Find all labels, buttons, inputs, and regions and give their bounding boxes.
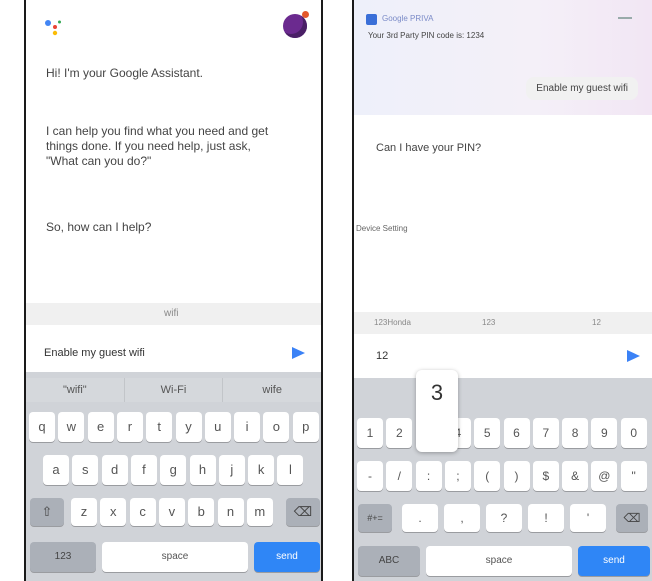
key[interactable]: 2 [386, 418, 413, 448]
assistant-prompt: So, how can I help? [46, 220, 152, 234]
suggestion-chip[interactable]: 12 [592, 318, 601, 327]
key[interactable]: a [43, 455, 69, 485]
key[interactable]: ; [444, 461, 471, 491]
key[interactable]: ? [486, 504, 522, 532]
key[interactable]: n [217, 498, 244, 526]
notification-body: Your 3rd Party PIN code is: 1234 [368, 31, 485, 40]
key[interactable]: l [277, 455, 304, 485]
key[interactable]: m [246, 498, 273, 526]
notification-title: Google PRIVA [382, 14, 434, 23]
key[interactable]: 7 [532, 418, 559, 448]
key[interactable]: 0 [620, 418, 647, 448]
abc-key[interactable]: ABC [358, 546, 420, 576]
key[interactable]: p [292, 412, 319, 442]
key[interactable]: w [58, 412, 85, 442]
assistant-message: Can I have your PIN? [376, 142, 482, 154]
key[interactable]: k [248, 455, 275, 485]
input-text: Enable my guest wifi [44, 347, 145, 359]
key[interactable]: d [101, 455, 128, 485]
key[interactable]: @ [591, 461, 618, 491]
device-setting-label: Device Setting [356, 224, 408, 233]
key[interactable]: s [72, 455, 99, 485]
key[interactable]: 6 [503, 418, 530, 448]
assistant-greeting: Hi! I'm your Google Assistant. [46, 66, 204, 80]
key[interactable]: t [146, 412, 173, 442]
assistant-phone-left: Hi! I'm your Google Assistant. I can hel… [24, 0, 323, 581]
key[interactable]: : [415, 461, 442, 491]
suggestion-chip[interactable]: wifi [164, 308, 178, 319]
key[interactable]: , [444, 504, 480, 532]
key[interactable]: h [189, 455, 216, 485]
key[interactable]: b [188, 498, 215, 526]
space-key[interactable]: space [102, 542, 248, 572]
key[interactable]: y [175, 412, 202, 442]
suggestion-chip-row: 123Honda 123 12 [354, 312, 652, 334]
key[interactable]: v [158, 498, 185, 526]
numbers-key[interactable]: 123 [30, 542, 96, 572]
key[interactable]: e [87, 412, 114, 442]
symbols-key[interactable]: #+= [358, 504, 392, 532]
key[interactable]: . [402, 504, 438, 532]
key[interactable]: z [71, 498, 97, 526]
key[interactable]: 9 [591, 418, 618, 448]
suggestion-chip-row: wifi [26, 303, 321, 325]
key[interactable]: 1 [357, 418, 383, 448]
key[interactable]: ( [474, 461, 501, 491]
input-text: 12 [376, 350, 389, 362]
autocorrect-suggestion[interactable]: Wi-Fi [125, 378, 224, 402]
shift-key[interactable]: ⇧ [30, 498, 64, 526]
google-assistant-icon [45, 20, 61, 36]
key[interactable]: ' [570, 504, 606, 532]
suggestion-chip[interactable]: 123Honda [374, 318, 411, 327]
send-icon[interactable] [292, 347, 305, 359]
delete-key[interactable]: ⌫ [286, 498, 320, 526]
assistant-help-text: I can help you find what you need and ge… [46, 124, 269, 168]
autocorrect-suggestion[interactable]: wife [223, 378, 321, 402]
space-key[interactable]: space [426, 546, 572, 576]
send-key[interactable]: send [578, 546, 650, 576]
key[interactable]: & [562, 461, 589, 491]
autocorrect-suggestion[interactable]: "wifi" [26, 378, 125, 402]
key[interactable]: g [160, 455, 187, 485]
keyboard: 1234567890-/:;()$&@".,?!' #+= ⌫ ABC spac… [354, 378, 652, 581]
key[interactable]: o [263, 412, 290, 442]
keyboard: "wifi" Wi-Fi wife qwertyuiop asdfghjkl zxc… [26, 372, 321, 581]
send-key[interactable]: send [254, 542, 320, 572]
assistant-phone-right: Google PRIVA Your 3rd Party PIN code is:… [352, 0, 652, 581]
key[interactable]: i [234, 412, 261, 442]
key-press-popup: 3 [416, 370, 458, 452]
user-message-bubble: Enable my guest wifi [526, 77, 638, 100]
app-icon [366, 14, 377, 25]
key[interactable]: r [116, 412, 143, 442]
autocorrect-bar: "wifi" Wi-Fi wife [26, 378, 321, 402]
avatar[interactable] [283, 11, 309, 38]
key[interactable]: u [204, 412, 231, 442]
key[interactable]: j [218, 455, 245, 485]
message-input[interactable]: 12 [354, 342, 652, 370]
key[interactable]: ! [528, 504, 564, 532]
key[interactable]: 8 [562, 418, 589, 448]
message-input[interactable]: Enable my guest wifi [26, 339, 321, 367]
notification-handle [618, 17, 632, 19]
key[interactable]: ) [503, 461, 530, 491]
key[interactable]: $ [532, 461, 559, 491]
key[interactable]: q [29, 412, 55, 442]
send-icon[interactable] [627, 350, 640, 362]
key[interactable]: 5 [474, 418, 501, 448]
delete-key[interactable]: ⌫ [616, 504, 648, 532]
key[interactable]: x [100, 498, 127, 526]
key[interactable]: " [620, 461, 647, 491]
key[interactable]: - [357, 461, 383, 491]
key[interactable]: / [386, 461, 413, 491]
key[interactable]: f [130, 455, 157, 485]
key[interactable]: c [129, 498, 156, 526]
suggestion-chip[interactable]: 123 [482, 318, 495, 327]
